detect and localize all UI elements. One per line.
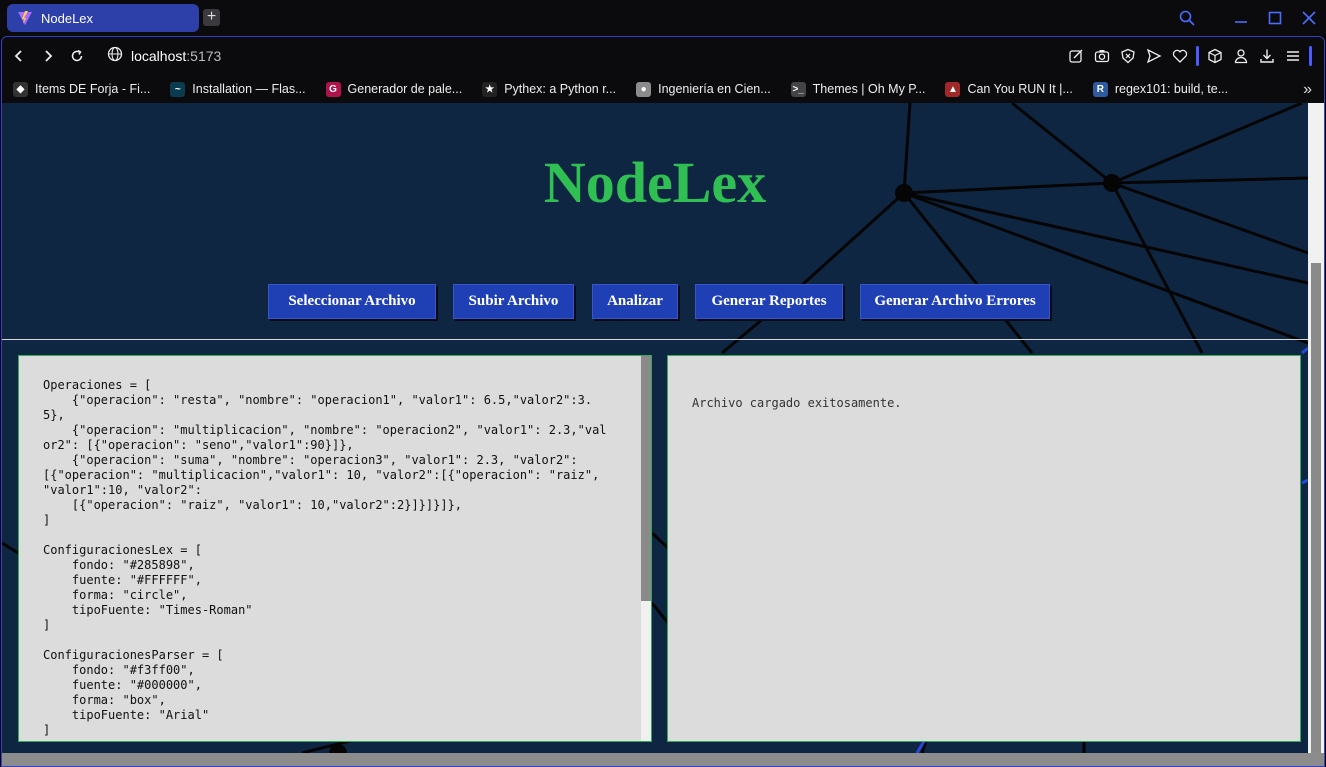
- toolbar-actions: [1066, 44, 1312, 68]
- send-icon[interactable]: [1144, 44, 1164, 68]
- bookmark-favicon-icon: G: [325, 81, 341, 97]
- bookmark-item[interactable]: >_ Themes | Oh My P...: [790, 81, 926, 97]
- reload-icon[interactable]: [65, 44, 89, 68]
- bookmark-item[interactable]: ▲ Can You RUN It |...: [945, 81, 1073, 97]
- bookmark-item[interactable]: Rregex101: build, te...: [1092, 81, 1229, 97]
- bookmark-label: Installation — Flas...: [192, 82, 306, 96]
- bookmark-label: Items DE Forja - Fi...: [35, 82, 151, 96]
- bookmark-favicon-icon: ◆: [13, 81, 28, 97]
- generate-errors-file-button[interactable]: Generar Archivo Errores: [860, 284, 1050, 319]
- bookmark-label: Ingeniería en Cien...: [658, 82, 771, 96]
- heart-icon[interactable]: [1170, 44, 1190, 68]
- input-code-text[interactable]: Operaciones = [ {"operacion": "resta", "…: [43, 378, 623, 738]
- window-controls: [1170, 0, 1326, 36]
- back-icon[interactable]: [7, 44, 31, 68]
- bookmark-item[interactable]: ◆ Items DE Forja - Fi...: [13, 81, 151, 97]
- bookmark-label: Themes | Oh My P...: [812, 82, 926, 96]
- profile-icon[interactable]: [1231, 44, 1251, 68]
- bookmark-favicon-icon: R: [1092, 81, 1108, 97]
- search-tabs-icon[interactable]: [1170, 0, 1204, 36]
- close-icon[interactable]: [1292, 0, 1326, 36]
- select-file-button[interactable]: Seleccionar Archivo: [268, 284, 436, 319]
- tab-strip: NodeLex +: [0, 0, 1326, 36]
- url-field[interactable]: localhost:5173: [107, 46, 221, 67]
- sidebar-toggle-bar[interactable]: [1309, 46, 1312, 66]
- editor-scrollbar[interactable]: [641, 356, 651, 741]
- bookmark-favicon-icon: ●: [636, 81, 652, 97]
- header-divider: [2, 339, 1308, 340]
- app-title: NodeLex: [543, 150, 767, 215]
- upload-file-button[interactable]: Subir Archivo: [453, 284, 574, 319]
- maximize-icon[interactable]: [1258, 0, 1292, 36]
- input-editor[interactable]: Operaciones = [ {"operacion": "resta", "…: [18, 355, 652, 742]
- minimize-icon[interactable]: [1224, 0, 1258, 36]
- bookmark-favicon-icon: ▲: [945, 81, 961, 97]
- new-tab-button[interactable]: +: [203, 9, 220, 26]
- output-message: Archivo cargado exitosamente.: [692, 396, 902, 410]
- bookmarks-bar: ◆ Items DE Forja - Fi... ~ Installation — F…: [2, 75, 1324, 103]
- bookmark-favicon-icon: ~: [170, 81, 186, 97]
- tab-title: NodeLex: [41, 10, 94, 26]
- bookmarks-overflow-button[interactable]: »: [1303, 81, 1312, 99]
- address-bar: localhost:5173: [2, 37, 1324, 75]
- editor-scrollbar-thumb[interactable]: [641, 356, 651, 601]
- page-horizontal-scrollbar[interactable]: [2, 753, 1324, 766]
- bookmark-item[interactable]: G Generador de pale...: [325, 81, 463, 97]
- page-scrollbar-thumb[interactable]: [1311, 263, 1321, 753]
- bookmark-label: Pythex: a Python r...: [504, 82, 617, 96]
- camera-icon[interactable]: [1092, 44, 1112, 68]
- url-text: localhost:5173: [131, 48, 221, 64]
- browser-tab[interactable]: NodeLex: [7, 4, 199, 32]
- bookmark-label: Can You RUN It |...: [967, 82, 1073, 96]
- url-port: :5173: [186, 48, 222, 64]
- bookmark-label: regex101: build, te...: [1114, 82, 1229, 96]
- url-host: localhost: [131, 48, 187, 64]
- bookmark-label: Generador de pale...: [347, 82, 463, 96]
- page-viewport: NodeLex Seleccionar Archivo Subir Archiv…: [2, 103, 1324, 766]
- bookmark-item[interactable]: ★ Pythex: a Python r...: [482, 81, 617, 97]
- download-icon[interactable]: [1257, 44, 1277, 68]
- vite-favicon-icon: [17, 10, 33, 26]
- bookmark-item[interactable]: ~ Installation — Flas...: [170, 81, 306, 97]
- edit-icon[interactable]: [1066, 44, 1086, 68]
- bookmark-item[interactable]: ● Ingeniería en Cien...: [636, 81, 771, 97]
- globe-icon: [107, 46, 123, 67]
- generate-reports-button[interactable]: Generar Reportes: [695, 284, 843, 319]
- bookmark-favicon-icon: >_: [790, 81, 806, 97]
- forward-icon[interactable]: [36, 44, 60, 68]
- analyze-button[interactable]: Analizar: [592, 284, 678, 319]
- output-console: Archivo cargado exitosamente.: [667, 355, 1301, 742]
- toolbar-separator: [1196, 46, 1199, 66]
- menu-icon[interactable]: [1283, 44, 1303, 68]
- bookmark-favicon-icon: ★: [482, 81, 498, 97]
- shield-icon[interactable]: [1118, 44, 1138, 68]
- page-vertical-scrollbar[interactable]: [1308, 103, 1324, 753]
- cube-icon[interactable]: [1205, 44, 1225, 68]
- browser-frame: localhost:5173 ◆ Items DE Forja - Fi... ~ I…: [1, 36, 1325, 767]
